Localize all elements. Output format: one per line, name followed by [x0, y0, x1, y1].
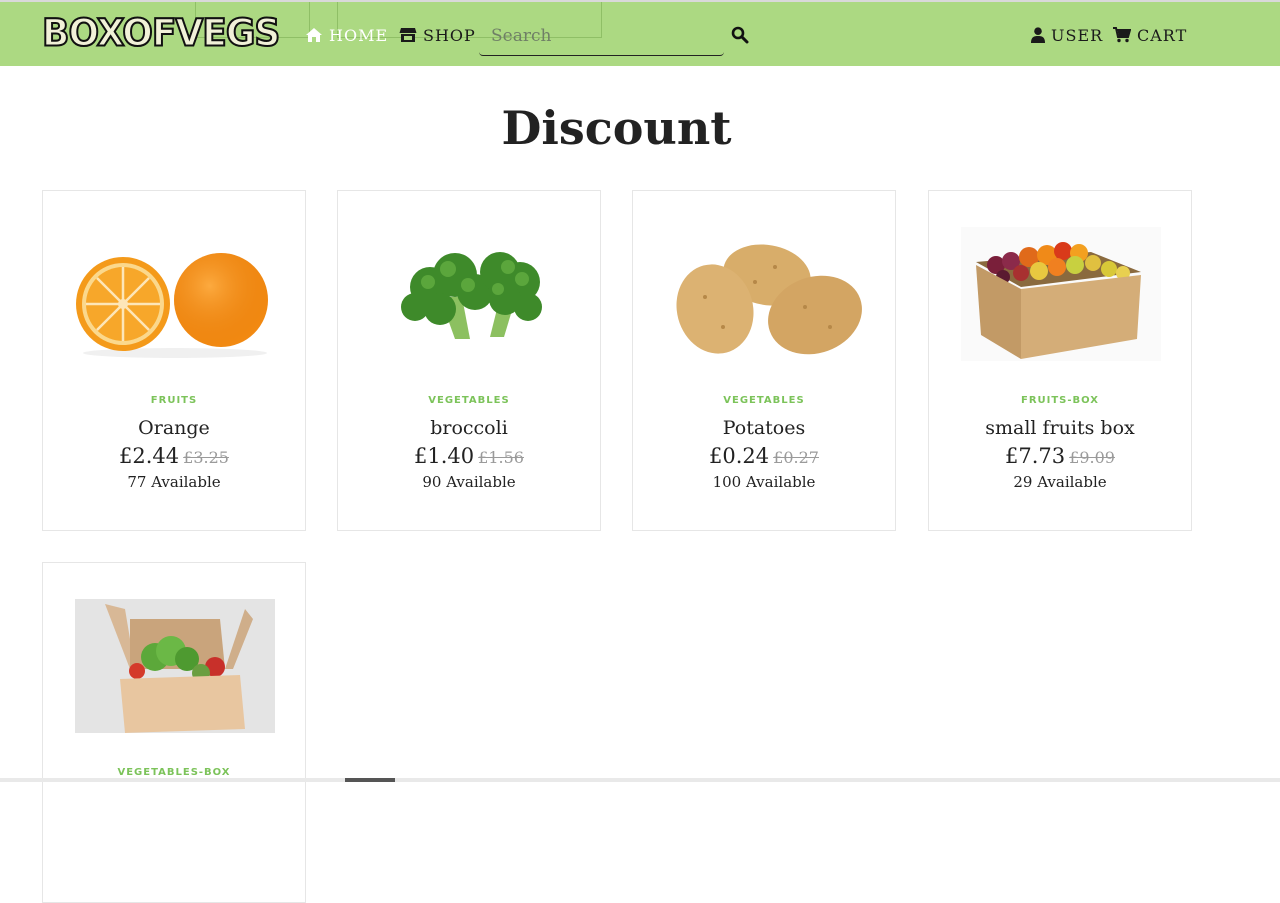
- store-icon: [399, 27, 417, 43]
- orange-image: [75, 227, 275, 361]
- product-price: £2.44 £3.25: [43, 444, 305, 468]
- product-price: £7.73 £9.09: [929, 444, 1191, 468]
- home-icon: [305, 27, 323, 43]
- product-card[interactable]: FRUITS Orange £2.44 £3.25 77 Available: [42, 190, 306, 531]
- price-original: £9.09: [1069, 448, 1115, 467]
- nav-shop-link[interactable]: SHOP: [399, 24, 476, 46]
- horizontal-scrollbar[interactable]: [0, 778, 1280, 782]
- product-name[interactable]: Potatoes: [633, 417, 895, 439]
- price-current: £1.40: [414, 444, 475, 468]
- product-price: £0.24 £0.27: [633, 444, 895, 468]
- price-current: £7.73: [1005, 444, 1066, 468]
- top-navbar: BOXOFVEGS HOME SHOP USER CART: [0, 0, 1280, 66]
- product-category[interactable]: VEGETABLES-BOX: [43, 767, 305, 778]
- search-icon: [731, 26, 749, 48]
- product-card[interactable]: FRUITS-BOX small fruits box £7.73 £9.09 2…: [928, 190, 1192, 531]
- nav-home-link[interactable]: HOME: [305, 24, 388, 46]
- product-card[interactable]: VEGETABLES-BOX: [42, 562, 306, 903]
- vegetable-box-image: [75, 599, 275, 733]
- product-price: £1.40 £1.56: [338, 444, 600, 468]
- scrollbar-thumb[interactable]: [345, 778, 395, 782]
- broccoli-image: [370, 227, 570, 361]
- nav-user-link[interactable]: USER: [1031, 24, 1103, 46]
- price-original: £1.56: [478, 448, 524, 467]
- product-card[interactable]: VEGETABLES broccoli £1.40 £1.56 90 Availa…: [337, 190, 601, 531]
- product-name[interactable]: Orange: [43, 417, 305, 439]
- product-category[interactable]: FRUITS: [43, 395, 305, 406]
- price-original: £0.27: [773, 448, 819, 467]
- site-logo[interactable]: BOXOFVEGS: [41, 11, 281, 57]
- product-category[interactable]: FRUITS-BOX: [929, 395, 1191, 406]
- price-current: £0.24: [709, 444, 770, 468]
- product-category[interactable]: VEGETABLES: [633, 395, 895, 406]
- product-stock: 77 Available: [127, 473, 221, 491]
- price-original: £3.25: [183, 448, 229, 467]
- nav-home-label: HOME: [329, 25, 389, 45]
- product-category[interactable]: VEGETABLES: [338, 395, 600, 406]
- page-title: Discount: [501, 101, 732, 155]
- product-name[interactable]: small fruits box: [929, 417, 1191, 439]
- price-current: £2.44: [119, 444, 180, 468]
- cart-icon: [1113, 27, 1131, 43]
- nav-shop-label: SHOP: [423, 25, 476, 45]
- product-stock: 100 Available: [712, 473, 816, 491]
- search-button[interactable]: [731, 26, 749, 44]
- product-card[interactable]: VEGETABLES Potatoes £0.24 £0.27 100 Avail…: [632, 190, 896, 531]
- nav-cart-link[interactable]: CART: [1113, 24, 1187, 46]
- nav-user-label: USER: [1051, 25, 1104, 45]
- nav-cart-label: CART: [1137, 25, 1188, 45]
- potatoes-image: [665, 227, 865, 361]
- search-input[interactable]: [491, 22, 711, 50]
- product-stock: 90 Available: [422, 473, 516, 491]
- search-box: [479, 16, 724, 56]
- user-icon: [1031, 27, 1045, 43]
- product-stock: 29 Available: [1013, 473, 1107, 491]
- fruit-box-image: [961, 227, 1161, 361]
- product-name[interactable]: broccoli: [338, 417, 600, 439]
